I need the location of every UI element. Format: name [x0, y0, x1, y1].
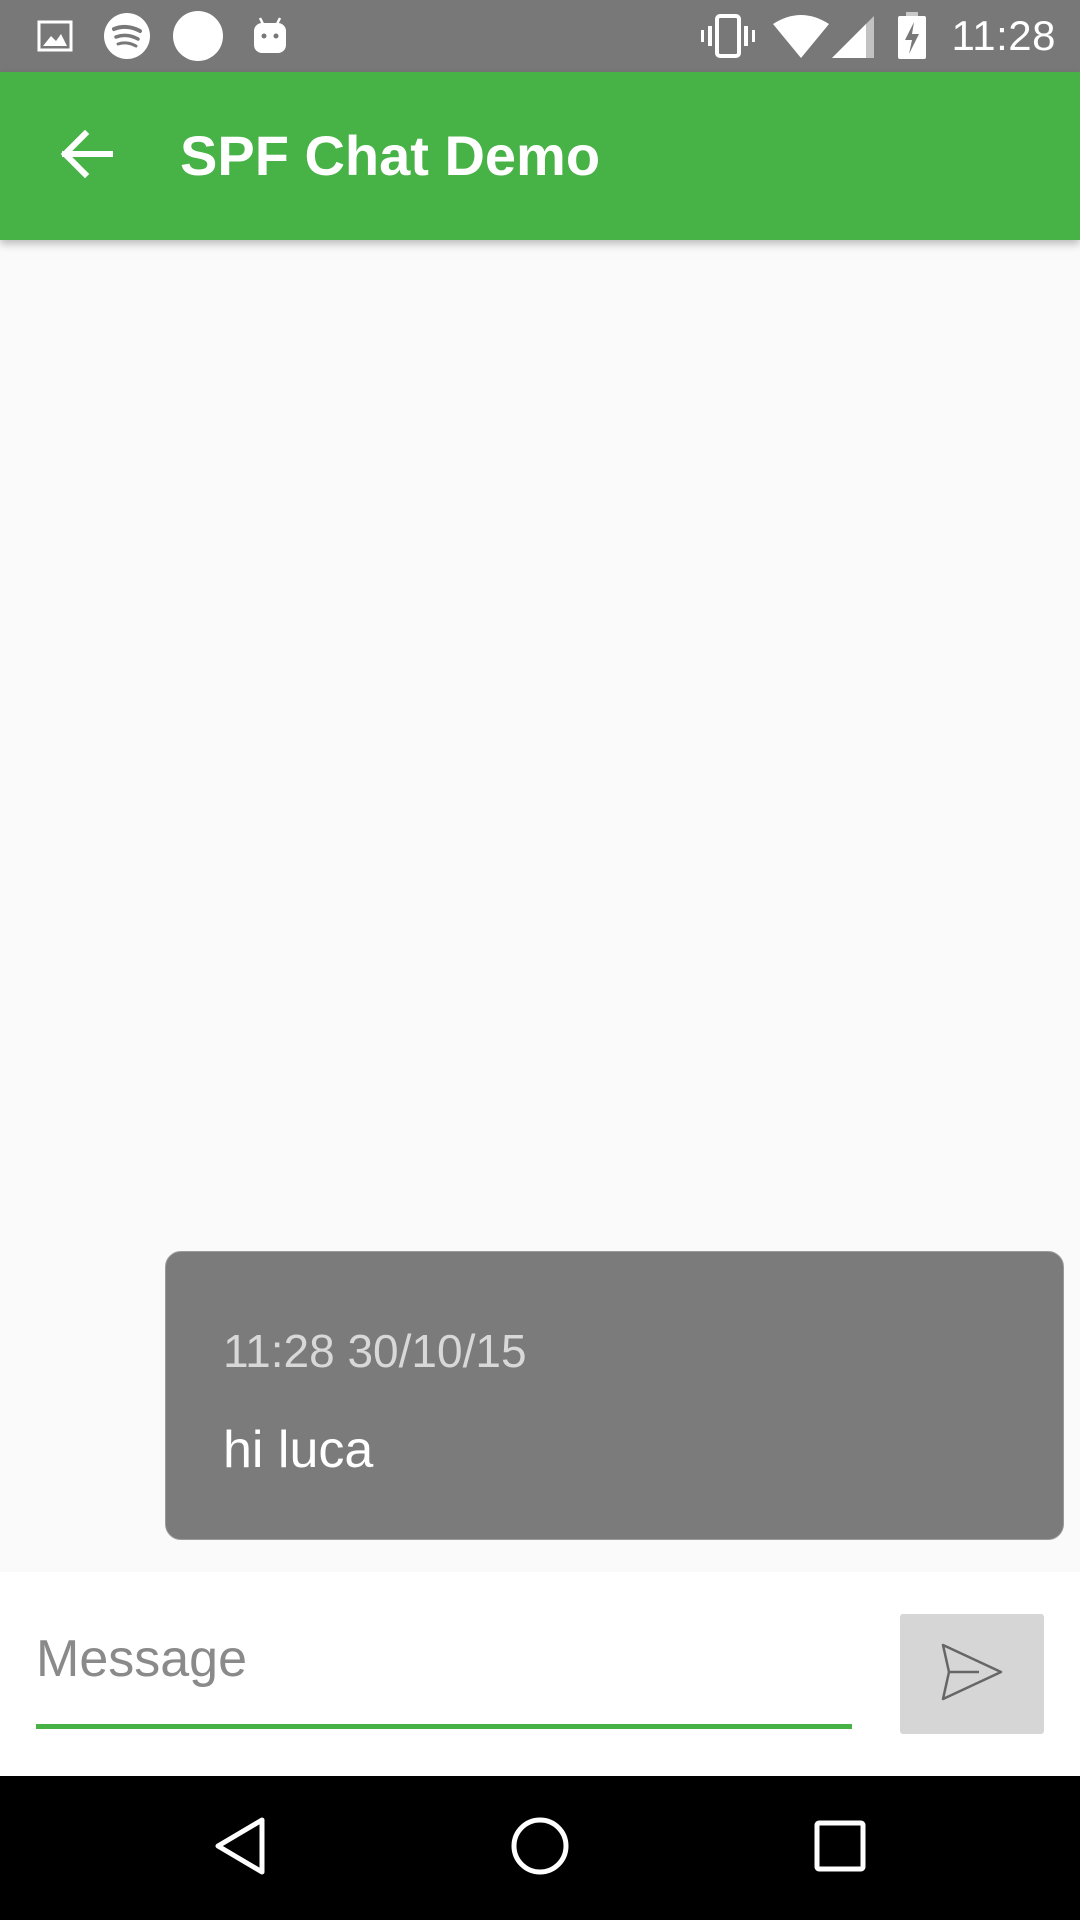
message-composer	[0, 1572, 1080, 1776]
arrow-back-icon	[59, 129, 114, 184]
message-text: hi luca	[223, 1421, 374, 1479]
vibrate-icon	[700, 10, 756, 62]
message-input[interactable]	[36, 1616, 852, 1702]
signal-icon	[830, 10, 876, 62]
status-bar: 11:28	[0, 0, 1080, 72]
nav-home-button[interactable]	[492, 1800, 588, 1896]
back-button[interactable]	[44, 114, 128, 198]
chat-message-list[interactable]: 11:28 30/10/15 hi luca	[0, 240, 1080, 1572]
image-icon	[36, 10, 74, 62]
navigation-bar	[0, 1776, 1080, 1920]
page-title: SPF Chat Demo	[180, 124, 601, 187]
home-circle-icon	[510, 1816, 570, 1881]
send-icon	[939, 1641, 1005, 1708]
spotify-icon	[102, 10, 152, 62]
back-triangle-icon	[212, 1816, 268, 1881]
input-underline	[36, 1724, 852, 1729]
android-icon	[250, 10, 290, 62]
battery-charging-icon	[896, 10, 928, 62]
wifi-icon	[772, 10, 830, 62]
status-time: 11:28	[951, 12, 1056, 59]
recents-square-icon	[814, 1820, 866, 1877]
nav-back-button[interactable]	[192, 1800, 288, 1896]
app-bar: SPF Chat Demo	[0, 72, 1080, 240]
message-timestamp: 11:28 30/10/15	[223, 1325, 527, 1377]
nav-recents-button[interactable]	[792, 1800, 888, 1896]
send-button[interactable]	[900, 1614, 1044, 1734]
message-bubble[interactable]: 11:28 30/10/15 hi luca	[165, 1251, 1064, 1540]
circle-icon	[172, 10, 224, 62]
